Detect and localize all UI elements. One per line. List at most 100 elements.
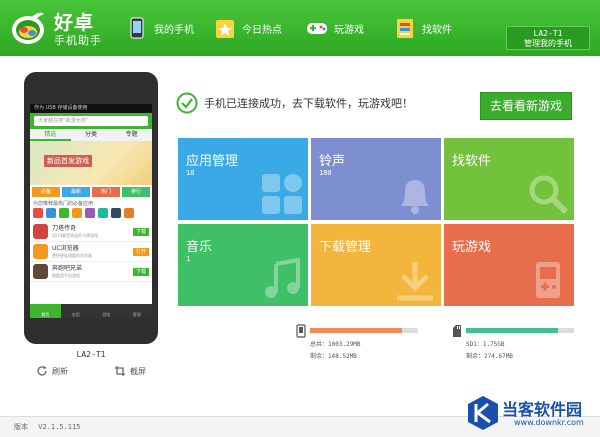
phone-category: 排行: [122, 187, 150, 197]
gamepad-icon: [306, 16, 328, 40]
phone-category: 必备: [32, 187, 60, 197]
software-box-icon: [394, 16, 416, 40]
refresh-icon: [37, 366, 47, 376]
phone-search-bar: 大家都在搜“新游大帅”: [30, 113, 152, 129]
app-title: 好卓: [54, 12, 95, 34]
phone-app-row: 刀塔传奇 2014最受欢迎的卡牌游戏 下载: [30, 222, 152, 242]
phone-screen: 作为 USB 存储设备使用 大家都在搜“新游大帅” 精选 分类 专题 新品首发游…: [30, 104, 152, 318]
nav-play-games[interactable]: 玩游戏: [298, 8, 386, 48]
phone-bottom-tab: 游戏: [102, 312, 111, 317]
tile-play-games[interactable]: 玩游戏: [444, 224, 574, 306]
phone-search-placeholder: 大家都在搜“新游大帅”: [34, 116, 148, 126]
download-icon: [397, 262, 433, 301]
app-download-button: 下载: [133, 227, 149, 236]
storage-remain-label: 剩余：: [466, 353, 485, 360]
nav-my-phone[interactable]: 我的手机: [118, 8, 206, 48]
app-name: UC浏览器: [52, 244, 79, 252]
tile-count: 18: [186, 169, 195, 177]
tile-count: 180: [319, 169, 332, 177]
app-thumb-icon: [72, 208, 82, 218]
storage-remain: 148.52MB: [328, 353, 357, 360]
app-thumb-icon: [98, 208, 108, 218]
search-icon: [529, 175, 569, 215]
storage-total-label: SD1：: [466, 341, 483, 348]
nav-find-software[interactable]: 找软件: [386, 8, 476, 48]
phone-model-label: LA2-T1: [76, 350, 106, 359]
tile-download-manage[interactable]: 下载管理: [311, 224, 441, 306]
phone-category: 热门: [92, 187, 120, 197]
version-label: 版本: [14, 423, 28, 431]
app-logo: 好卓 手机助手: [10, 6, 120, 50]
tile-label: 铃声: [319, 154, 346, 169]
phone-recommend-icons: [30, 208, 152, 222]
storage-remain-label: 剩余：: [310, 353, 329, 360]
phone-icon: [126, 16, 148, 40]
tile-count: 1: [186, 255, 191, 263]
music-note-icon: [265, 258, 300, 298]
phone-app-row: UC浏览器 更快更省流量的浏览器 打开: [30, 242, 152, 262]
app-icon: [33, 244, 48, 259]
phone-preview: 作为 USB 存储设备使用 大家都在搜“新游大帅” 精选 分类 专题 新品首发游…: [24, 72, 158, 344]
phone-bottom-tab: 应用: [71, 312, 80, 317]
nav-label: 今日热点: [242, 24, 282, 36]
logo-icon: [12, 12, 44, 44]
phone-banner: 新品首发游戏: [30, 141, 152, 185]
app-icon: [33, 224, 48, 239]
watermark-text: 当客软件园: [502, 400, 583, 419]
app-thumb-icon: [124, 208, 134, 218]
phone-categories: 必备 最新 热门 排行: [30, 185, 152, 199]
phone-caption: 为您推荐最热门的必备应用: [33, 201, 94, 207]
watermark: 当客软件园 www.downkr.com: [462, 392, 600, 437]
tile-ringtone[interactable]: 铃声 180: [311, 138, 441, 220]
gamepad-icon: [536, 262, 560, 298]
phone-storage: 总共：1003.29MB 剩余：148.52MB: [296, 324, 418, 364]
app-name: 刀塔传奇: [52, 224, 77, 232]
tile-music[interactable]: 音乐 1: [178, 224, 308, 306]
phone-tab: 专题: [125, 131, 138, 138]
refresh-button[interactable]: 刷新: [36, 365, 68, 377]
phone-bottom-tab: 首页: [30, 304, 61, 318]
watermark-logo-icon: [468, 396, 498, 430]
nav-label: 找软件: [422, 24, 452, 36]
phone-tabs: 精选 分类 专题: [30, 129, 152, 141]
app-subtitle: 手机助手: [54, 34, 102, 47]
tile-label: 下载管理: [319, 240, 372, 255]
bell-icon: [401, 180, 429, 214]
manage-phone-button[interactable]: LA2-T1 管理我的手机: [506, 26, 590, 50]
storage-total: 1003.29MB: [328, 341, 361, 348]
apps-grid-icon: [262, 174, 302, 214]
tile-find-software[interactable]: 找软件: [444, 138, 574, 220]
app-thumb-icon: [111, 208, 121, 218]
new-games-button[interactable]: 去看看新游戏: [480, 92, 572, 120]
phone-bottom-tab: 管理: [132, 312, 141, 317]
phone-app-row: 奔跑吧兄弟 跑酷类手机游戏 下载: [30, 262, 152, 282]
nav-today-hot[interactable]: 今日热点: [206, 8, 298, 48]
app-download-button: 下载: [133, 267, 149, 276]
app-name: 奔跑吧兄弟: [52, 264, 83, 272]
app-icon: [33, 264, 48, 279]
tile-app-manage[interactable]: 应用管理 18: [178, 138, 308, 220]
connection-status: 手机已连接成功，去下载软件，玩游戏吧！: [176, 92, 413, 114]
phone-storage-icon: [296, 324, 306, 338]
storage-fill: [466, 328, 558, 333]
main-nav: 我的手机 今日热点 玩游戏 找软件: [118, 8, 476, 48]
screenshot-button[interactable]: 截屏: [114, 365, 146, 377]
phone-status-bar: 作为 USB 存储设备使用: [30, 104, 152, 113]
phone-category: 最新: [62, 187, 90, 197]
status-message: 手机已连接成功，去下载软件，玩游戏吧！: [204, 97, 413, 110]
app-thumb-icon: [33, 208, 43, 218]
tile-label: 找软件: [452, 154, 492, 169]
phone-tab: 精选: [30, 129, 71, 141]
manage-phone-label: 管理我的手机: [524, 39, 572, 48]
star-icon: [214, 16, 236, 40]
nav-label: 玩游戏: [334, 24, 364, 36]
phone-tab: 分类: [85, 131, 98, 138]
app-open-button: 打开: [133, 247, 149, 256]
watermark-url: www.downkr.com: [514, 418, 584, 427]
storage-total-label: 总共：: [310, 341, 329, 348]
tile-label: 应用管理: [186, 154, 239, 169]
app-thumb-icon: [85, 208, 95, 218]
crop-icon: [115, 366, 125, 376]
check-circle-icon: [176, 92, 198, 114]
phone-banner-text: 新品首发游戏: [44, 155, 92, 167]
